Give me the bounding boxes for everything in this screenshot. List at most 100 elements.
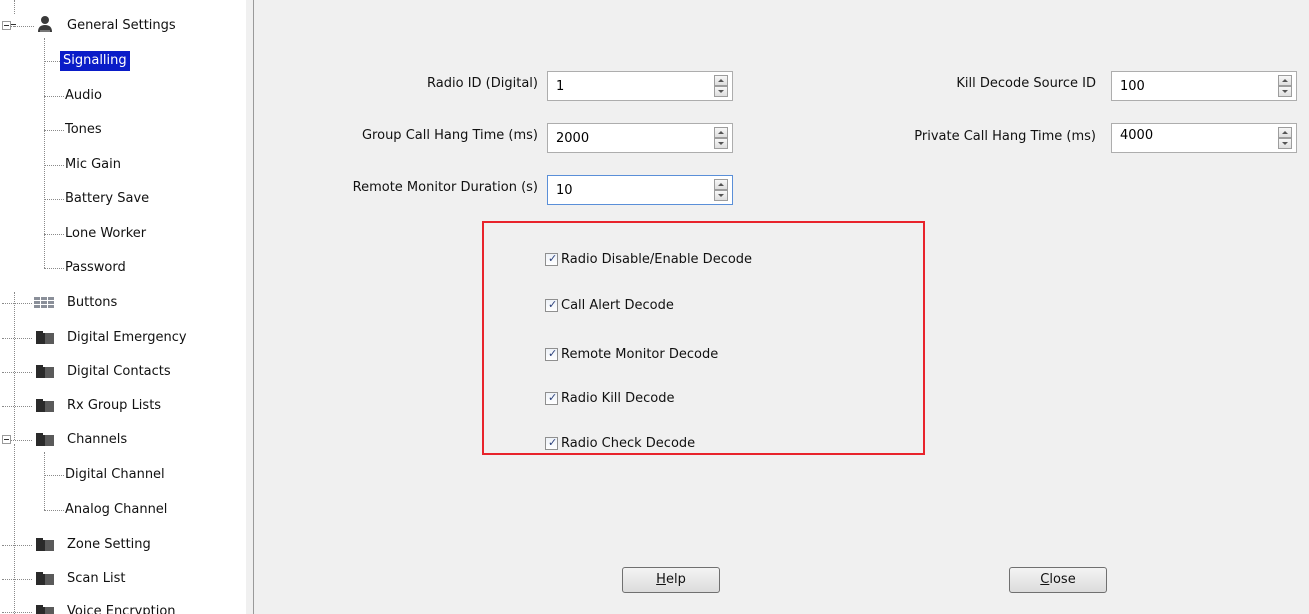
- checkbox-label: Radio Kill Decode: [561, 390, 675, 406]
- help-mnemonic: H: [656, 572, 666, 587]
- tree-item-digital-contacts[interactable]: Digital Contacts: [64, 359, 174, 385]
- collapse-toggle-icon[interactable]: [2, 435, 11, 444]
- radio-id-value: 1: [556, 79, 565, 94]
- close-button[interactable]: Close: [1009, 567, 1107, 593]
- tree-item-label: Scan List: [67, 571, 126, 586]
- tree-item-label: Digital Emergency: [67, 330, 187, 345]
- tree-item-voice-encryption[interactable]: Voice Encryption: [64, 599, 179, 614]
- tree-item-analog-channel[interactable]: Analog Channel: [62, 497, 170, 523]
- checkbox-box[interactable]: ✓: [545, 390, 558, 405]
- tree-item-lone-worker[interactable]: Lone Worker: [62, 221, 149, 247]
- remote-monitor-duration-spinner: [714, 179, 728, 201]
- tree-item-scan-list[interactable]: Scan List: [64, 566, 128, 592]
- person-icon: [38, 16, 52, 32]
- close-label-rest: lose: [1049, 572, 1076, 587]
- group-call-hang-time-value: 2000: [556, 131, 590, 146]
- tree-item-tones[interactable]: Tones: [62, 117, 105, 143]
- kill-decode-source-id-spinner: [1278, 75, 1292, 97]
- tree-item-rx-group-lists[interactable]: Rx Group Lists: [64, 393, 164, 419]
- tree-item-label: Digital Channel: [65, 467, 165, 482]
- tree-item-label: Rx Group Lists: [67, 398, 162, 413]
- buttons-icon: [34, 297, 54, 308]
- folder-icon: [36, 433, 54, 446]
- tree-item-label: Buttons: [67, 295, 118, 310]
- spin-down-icon[interactable]: [714, 86, 728, 97]
- help-button[interactable]: Help: [622, 567, 720, 593]
- checkmark-icon: ✓: [548, 390, 558, 404]
- checkmark-icon: ✓: [548, 251, 558, 265]
- tree-item-label: Lone Worker: [65, 226, 147, 241]
- call-alert-decode-checkbox[interactable]: ✓ Call Alert Decode: [545, 296, 674, 314]
- tree-item-zone-setting[interactable]: Zone Setting: [64, 532, 154, 558]
- tree-item-general-settings[interactable]: General Settings: [64, 13, 179, 39]
- tree-item-digital-emergency[interactable]: Digital Emergency: [64, 325, 190, 351]
- spin-down-icon[interactable]: [714, 190, 728, 201]
- folder-icon: [36, 331, 54, 344]
- remote-monitor-duration-field[interactable]: 10: [547, 175, 733, 205]
- private-call-hang-time-field[interactable]: 4000: [1111, 123, 1297, 153]
- checkbox-box[interactable]: ✓: [545, 297, 558, 312]
- group-call-hang-time-label: Group Call Hang Time (ms): [361, 128, 538, 143]
- radio-check-decode-checkbox[interactable]: ✓ Radio Check Decode: [545, 434, 695, 452]
- folder-icon: [36, 605, 54, 614]
- close-mnemonic: C: [1040, 572, 1050, 587]
- tree-item-label: Digital Contacts: [67, 364, 171, 379]
- checkmark-icon: ✓: [548, 297, 558, 311]
- checkbox-label: Radio Disable/Enable Decode: [561, 251, 753, 267]
- group-call-hang-time-field[interactable]: 2000: [547, 123, 733, 153]
- spin-up-icon[interactable]: [714, 75, 728, 86]
- tree-item-channels[interactable]: Channels: [64, 427, 130, 453]
- folder-icon: [36, 538, 54, 551]
- spin-up-icon[interactable]: [1278, 75, 1292, 86]
- radio-kill-decode-checkbox[interactable]: ✓ Radio Kill Decode: [545, 389, 675, 407]
- tree-item-label: Mic Gain: [65, 157, 121, 172]
- folder-icon: [36, 399, 54, 412]
- tree-item-buttons[interactable]: Buttons: [64, 290, 120, 316]
- spin-down-icon[interactable]: [1278, 86, 1292, 97]
- tree-item-mic-gain[interactable]: Mic Gain: [62, 152, 124, 178]
- remote-monitor-duration-label: Remote Monitor Duration (s): [352, 180, 538, 195]
- kill-decode-source-id-value: 100: [1120, 79, 1145, 94]
- kill-decode-source-id-field[interactable]: 100: [1111, 71, 1297, 101]
- tree-item-label: Voice Encryption: [67, 604, 176, 614]
- folder-icon: [36, 365, 54, 378]
- radio-disable-enable-decode-checkbox[interactable]: ✓ Radio Disable/Enable Decode: [545, 250, 752, 268]
- signalling-settings-window: General Settings Signalling Audio Tones …: [0, 0, 1309, 614]
- tree-item-label: Signalling: [60, 51, 130, 71]
- tree-item-battery-save[interactable]: Battery Save: [62, 186, 152, 212]
- checkbox-label: Call Alert Decode: [561, 297, 674, 313]
- checkmark-icon: ✓: [548, 435, 558, 449]
- checkbox-box[interactable]: ✓: [545, 435, 558, 450]
- group-call-hang-time-spinner: [714, 127, 728, 149]
- tree-item-label: Tones: [65, 122, 102, 137]
- checkbox-label: Radio Check Decode: [561, 435, 696, 451]
- tree-item-password[interactable]: Password: [62, 255, 129, 281]
- tree-item-label: Channels: [67, 432, 128, 447]
- tree-item-digital-channel[interactable]: Digital Channel: [62, 462, 168, 488]
- kill-decode-source-id-label: Kill Decode Source ID: [956, 76, 1096, 91]
- private-call-hang-time-value: 4000: [1120, 128, 1154, 143]
- radio-id-spinner: [714, 75, 728, 97]
- tree-item-label: Analog Channel: [65, 502, 168, 517]
- tree-item-audio[interactable]: Audio: [62, 83, 105, 109]
- radio-id-label: Radio ID (Digital): [427, 76, 538, 91]
- navigation-tree: General Settings Signalling Audio Tones …: [0, 0, 246, 614]
- remote-monitor-decode-checkbox[interactable]: ✓ Remote Monitor Decode: [545, 345, 718, 363]
- spin-up-icon[interactable]: [714, 179, 728, 190]
- tree-item-label: General Settings: [67, 18, 176, 33]
- spin-up-icon[interactable]: [714, 127, 728, 138]
- collapse-toggle-icon[interactable]: [2, 21, 11, 30]
- spin-down-icon[interactable]: [1278, 138, 1292, 149]
- tree-item-label: Battery Save: [65, 191, 150, 206]
- spin-down-icon[interactable]: [714, 138, 728, 149]
- tree-item-signalling[interactable]: Signalling: [60, 48, 130, 74]
- checkbox-box[interactable]: ✓: [545, 347, 558, 361]
- folder-icon: [36, 572, 54, 585]
- help-label-rest: elp: [665, 572, 686, 587]
- spin-up-icon[interactable]: [1278, 127, 1292, 138]
- tree-item-label: Audio: [65, 88, 102, 103]
- remote-monitor-duration-value: 10: [556, 183, 573, 198]
- radio-id-field[interactable]: 1: [547, 71, 733, 101]
- checkbox-box[interactable]: ✓: [545, 251, 558, 266]
- checkbox-label: Remote Monitor Decode: [561, 346, 719, 362]
